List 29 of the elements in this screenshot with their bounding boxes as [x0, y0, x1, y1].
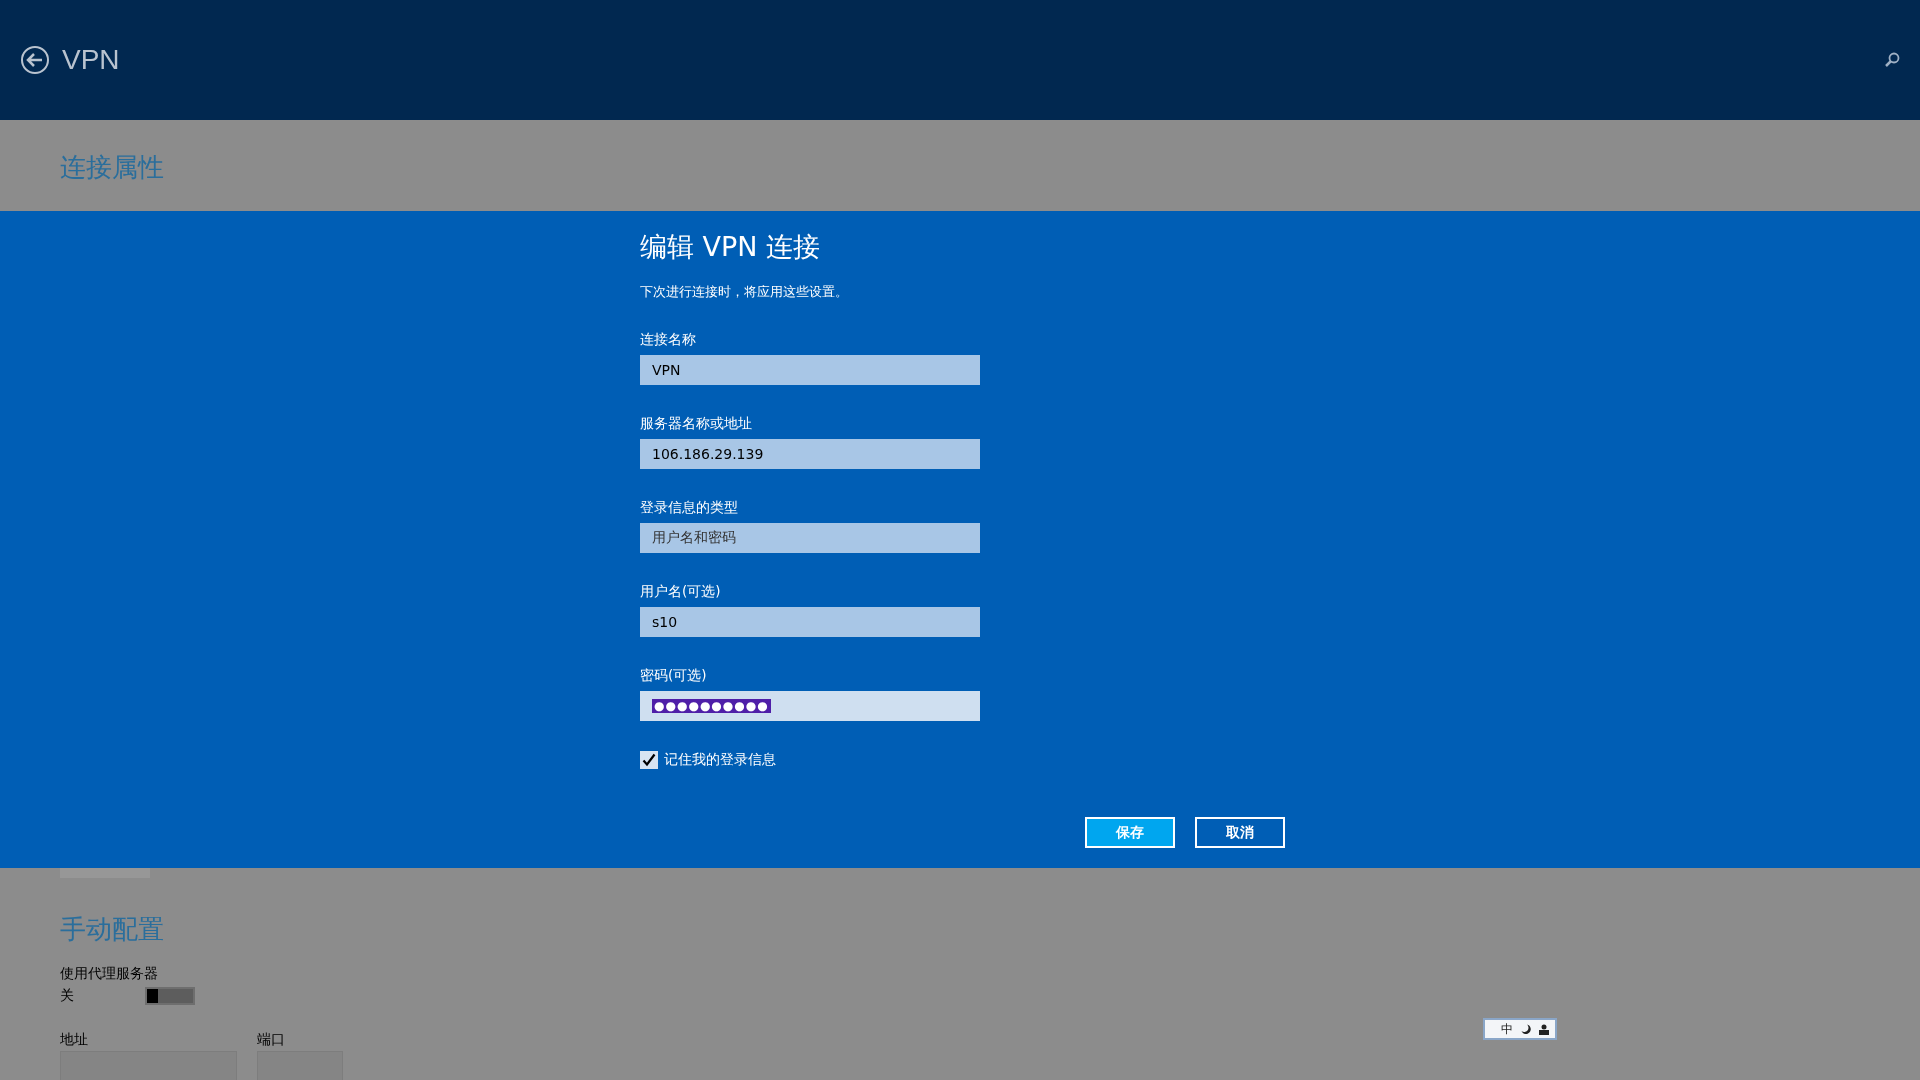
- dialog-subtitle: 下次进行连接时，将应用这些设置。: [640, 283, 849, 301]
- section-title: 手动配置: [60, 913, 165, 946]
- input-field[interactable]: 106.186.29.139: [640, 439, 980, 469]
- field-label: 用户名(可选): [640, 583, 722, 601]
- toggle-switch[interactable]: [145, 987, 195, 1005]
- page-title: VPN: [62, 44, 120, 76]
- cancel-button[interactable]: 取消: [1195, 817, 1285, 848]
- moon-icon[interactable]: [1521, 1024, 1531, 1034]
- dialog-title: 编辑 VPN 连接: [640, 230, 822, 264]
- field-label: 连接名称: [640, 331, 697, 349]
- dropdown-field[interactable]: 用户名和密码: [640, 523, 980, 553]
- ime-mode[interactable]: 中: [1501, 1020, 1513, 1038]
- field-label: 端口: [257, 1031, 286, 1049]
- section-title: 连接属性: [60, 152, 164, 182]
- password-field[interactable]: ●●●●●●●●●●: [640, 691, 980, 721]
- field-label: 服务器名称或地址: [640, 415, 753, 433]
- checkbox-label: 记住我的登录信息: [664, 751, 776, 769]
- input-field[interactable]: s10: [640, 607, 980, 637]
- input-field[interactable]: VPN: [640, 355, 980, 385]
- field-label: 使用代理服务器: [60, 965, 159, 983]
- checkbox[interactable]: [640, 751, 658, 769]
- back-icon[interactable]: [20, 45, 50, 75]
- field-label: 地址: [60, 1031, 89, 1049]
- ime-toolbar[interactable]: 中: [1483, 1018, 1557, 1040]
- field-label: 登录信息的类型: [640, 499, 739, 517]
- person-icon[interactable]: [1539, 1023, 1549, 1035]
- toggle-state: 关: [60, 987, 75, 1005]
- field-label: 密码(可选): [640, 667, 708, 685]
- search-icon[interactable]: [1884, 52, 1900, 68]
